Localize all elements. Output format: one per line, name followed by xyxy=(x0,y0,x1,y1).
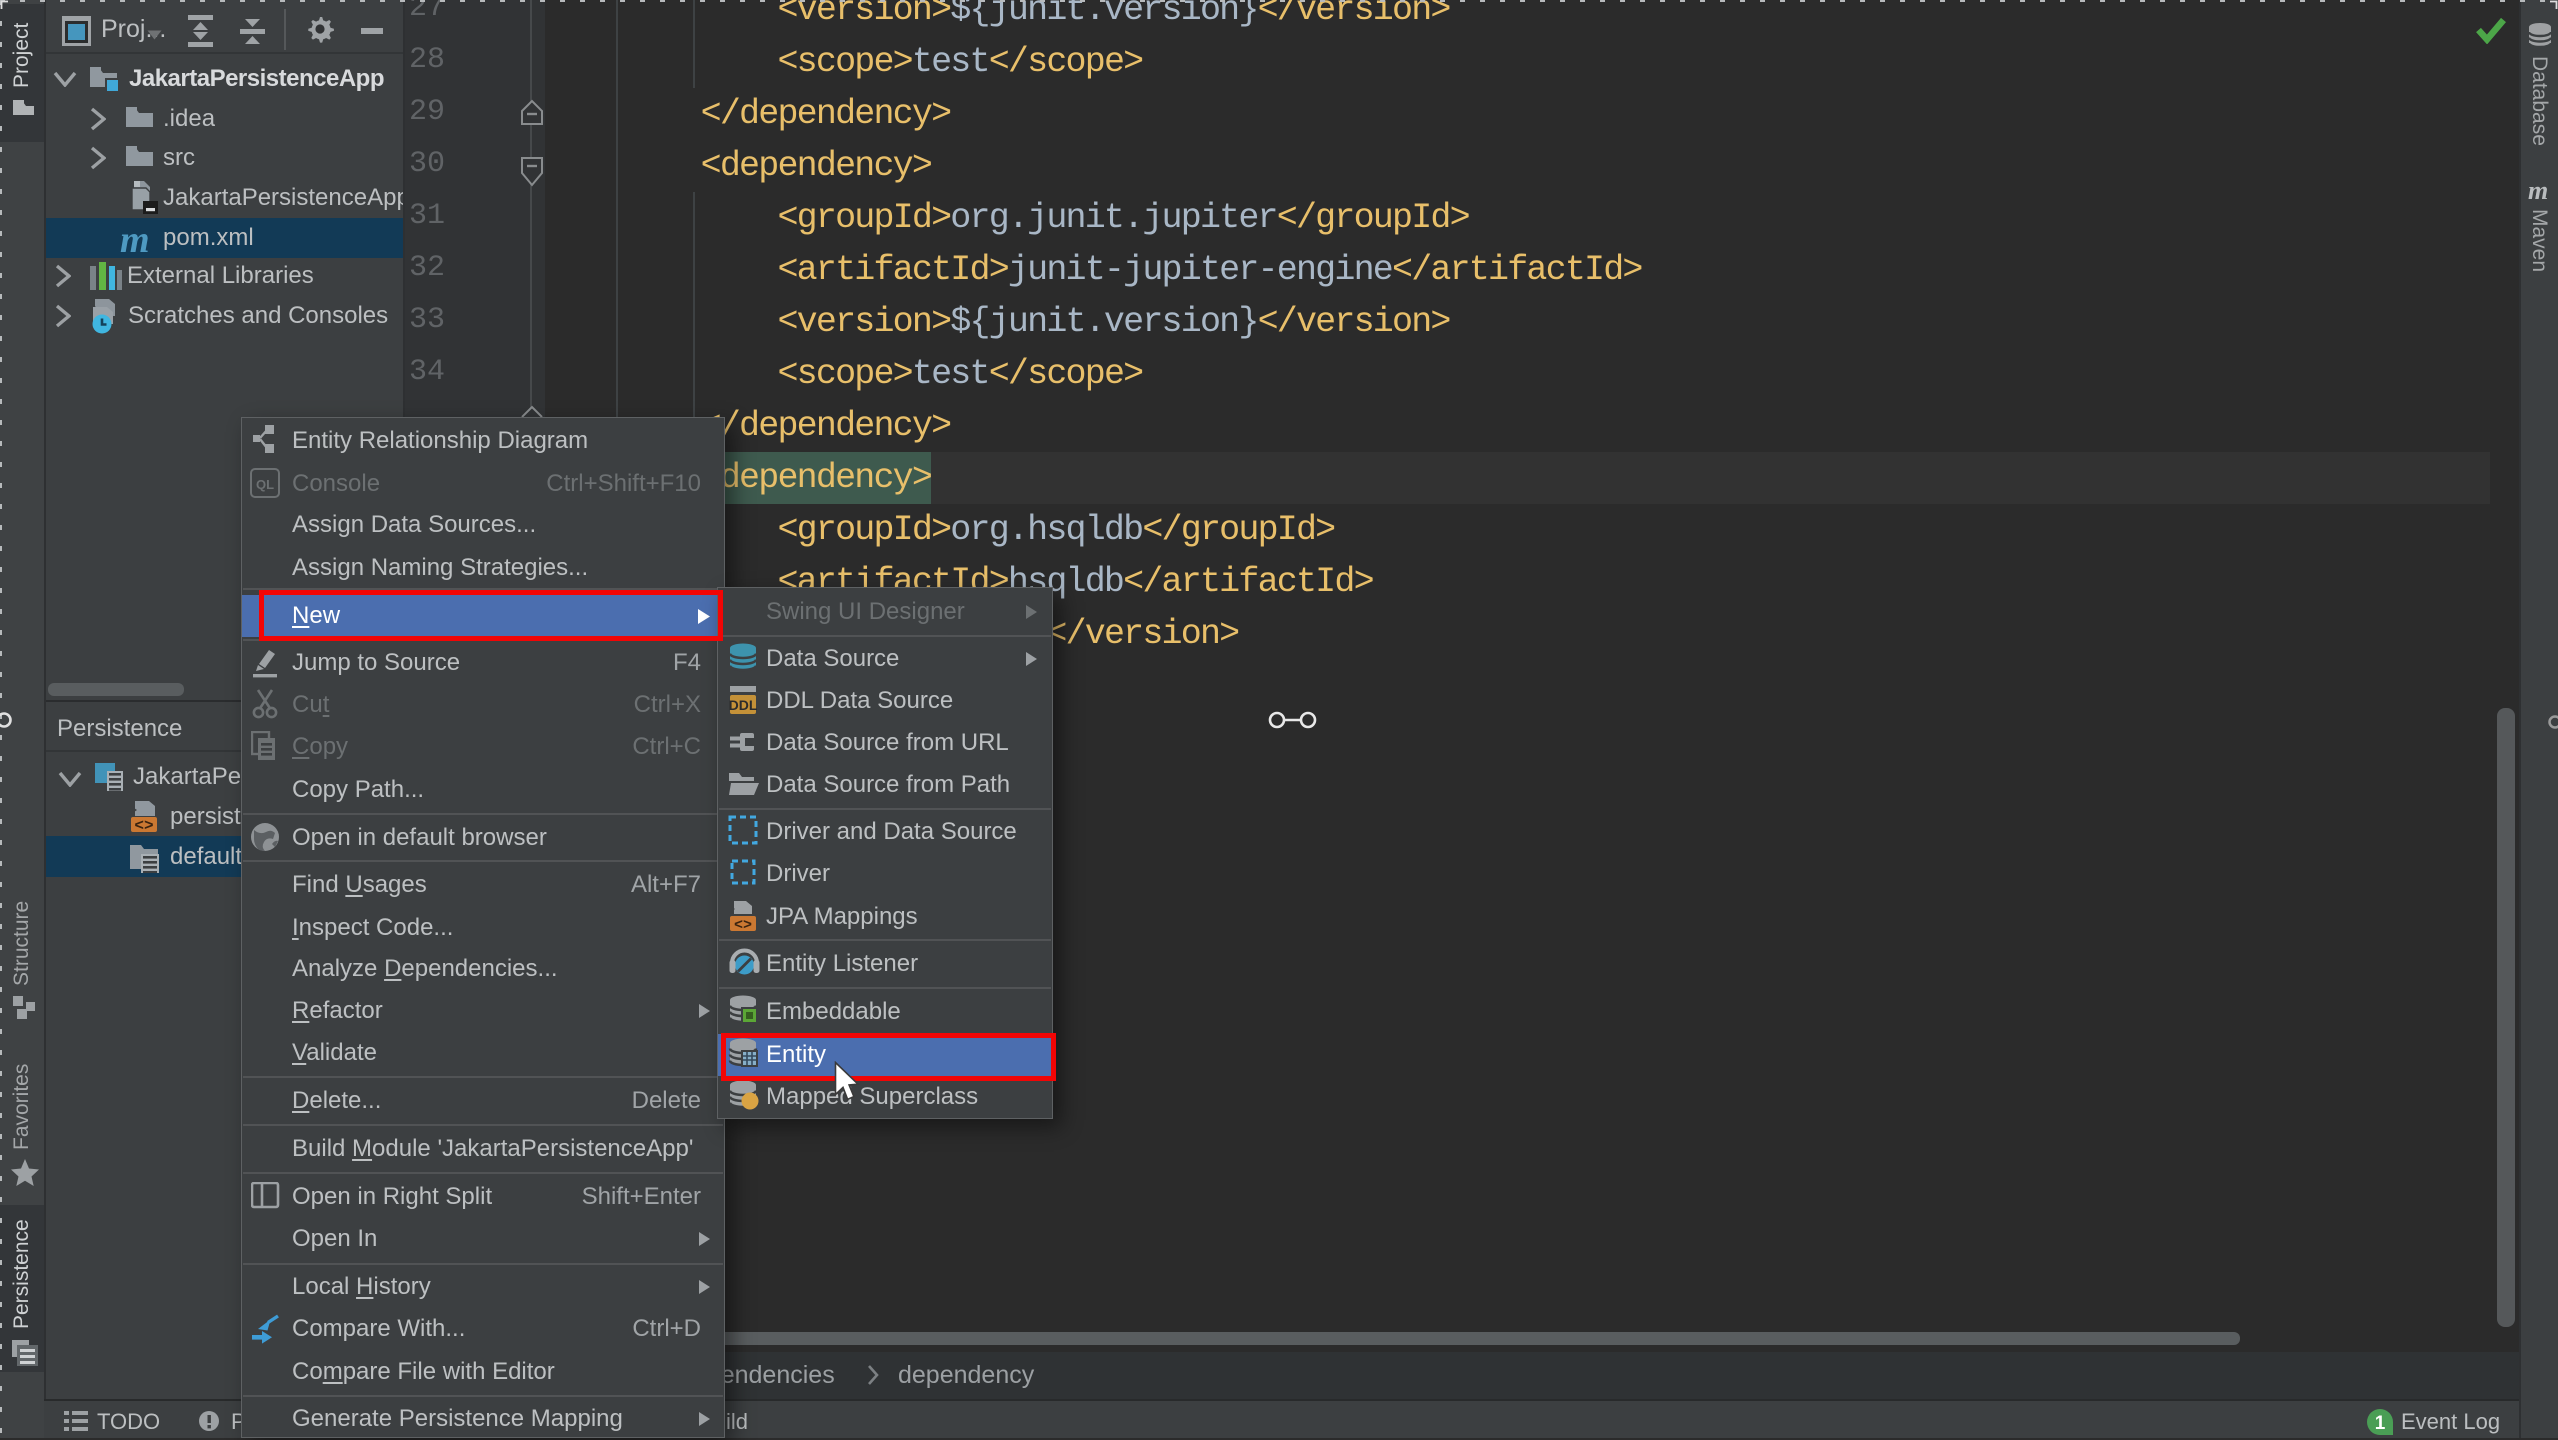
svg-text:<>: <> xyxy=(734,917,752,934)
svg-text:DDL: DDL xyxy=(729,697,758,713)
svg-text:1: 1 xyxy=(2375,1413,2386,1434)
svg-text:<>: <> xyxy=(134,817,153,834)
svg-text:QL: QL xyxy=(256,477,274,492)
